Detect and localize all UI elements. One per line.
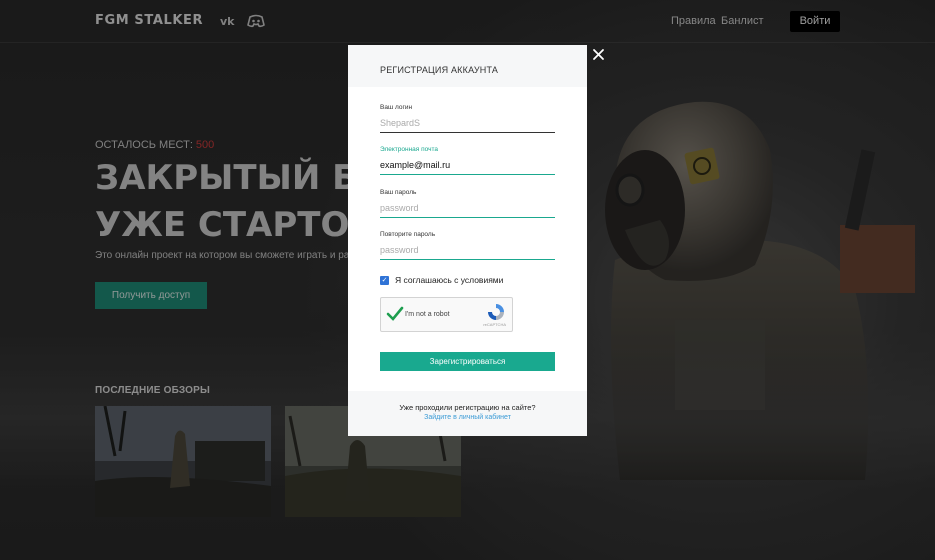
recaptcha-brand: reCAPTCHA — [483, 322, 506, 327]
modal-footer: Уже проходили регистрацию на сайте? Зайд… — [348, 391, 587, 436]
email-label: Электронная почта — [380, 146, 439, 153]
modal-title: РЕГИСТРАЦИЯ АККАУНТА — [380, 65, 499, 75]
login-cabinet-link[interactable]: Зайдите в личный кабинет — [348, 414, 587, 421]
recaptcha-widget[interactable]: I'm not a robot reCAPTCHA — [380, 297, 513, 332]
email-field: Электронная почта example@mail.ru — [380, 146, 555, 175]
password-repeat-field: Повторите пароль password — [380, 231, 555, 260]
email-input[interactable]: example@mail.ru — [380, 158, 555, 175]
password-repeat-label: Повторите пароль — [380, 231, 436, 238]
password-field: Ваш пароль password — [380, 189, 555, 218]
password-repeat-input[interactable]: password — [380, 243, 555, 260]
login-input[interactable]: ShepardS — [380, 116, 555, 133]
login-label: Ваш логин — [380, 104, 413, 111]
footer-question: Уже проходили регистрацию на сайте? — [399, 403, 536, 412]
register-button[interactable]: Зарегистрироваться — [380, 352, 555, 371]
recaptcha-icon — [488, 304, 504, 320]
terms-agreement[interactable]: ✓ Я соглашаюсь с условиями — [380, 275, 503, 285]
terms-checkbox[interactable]: ✓ — [380, 275, 389, 285]
login-field: Ваш логин ShepardS — [380, 104, 555, 133]
close-icon[interactable] — [592, 48, 605, 61]
registration-modal: РЕГИСТРАЦИЯ АККАУНТА Ваш логин ShepardS … — [348, 45, 587, 436]
modal-header: РЕГИСТРАЦИЯ АККАУНТА — [348, 45, 587, 87]
recaptcha-label: I'm not a robot — [405, 311, 450, 318]
password-input[interactable]: password — [380, 201, 555, 218]
terms-label[interactable]: Я соглашаюсь с условиями — [395, 275, 503, 285]
checkmark-icon — [386, 306, 404, 321]
password-label: Ваш пароль — [380, 189, 417, 196]
